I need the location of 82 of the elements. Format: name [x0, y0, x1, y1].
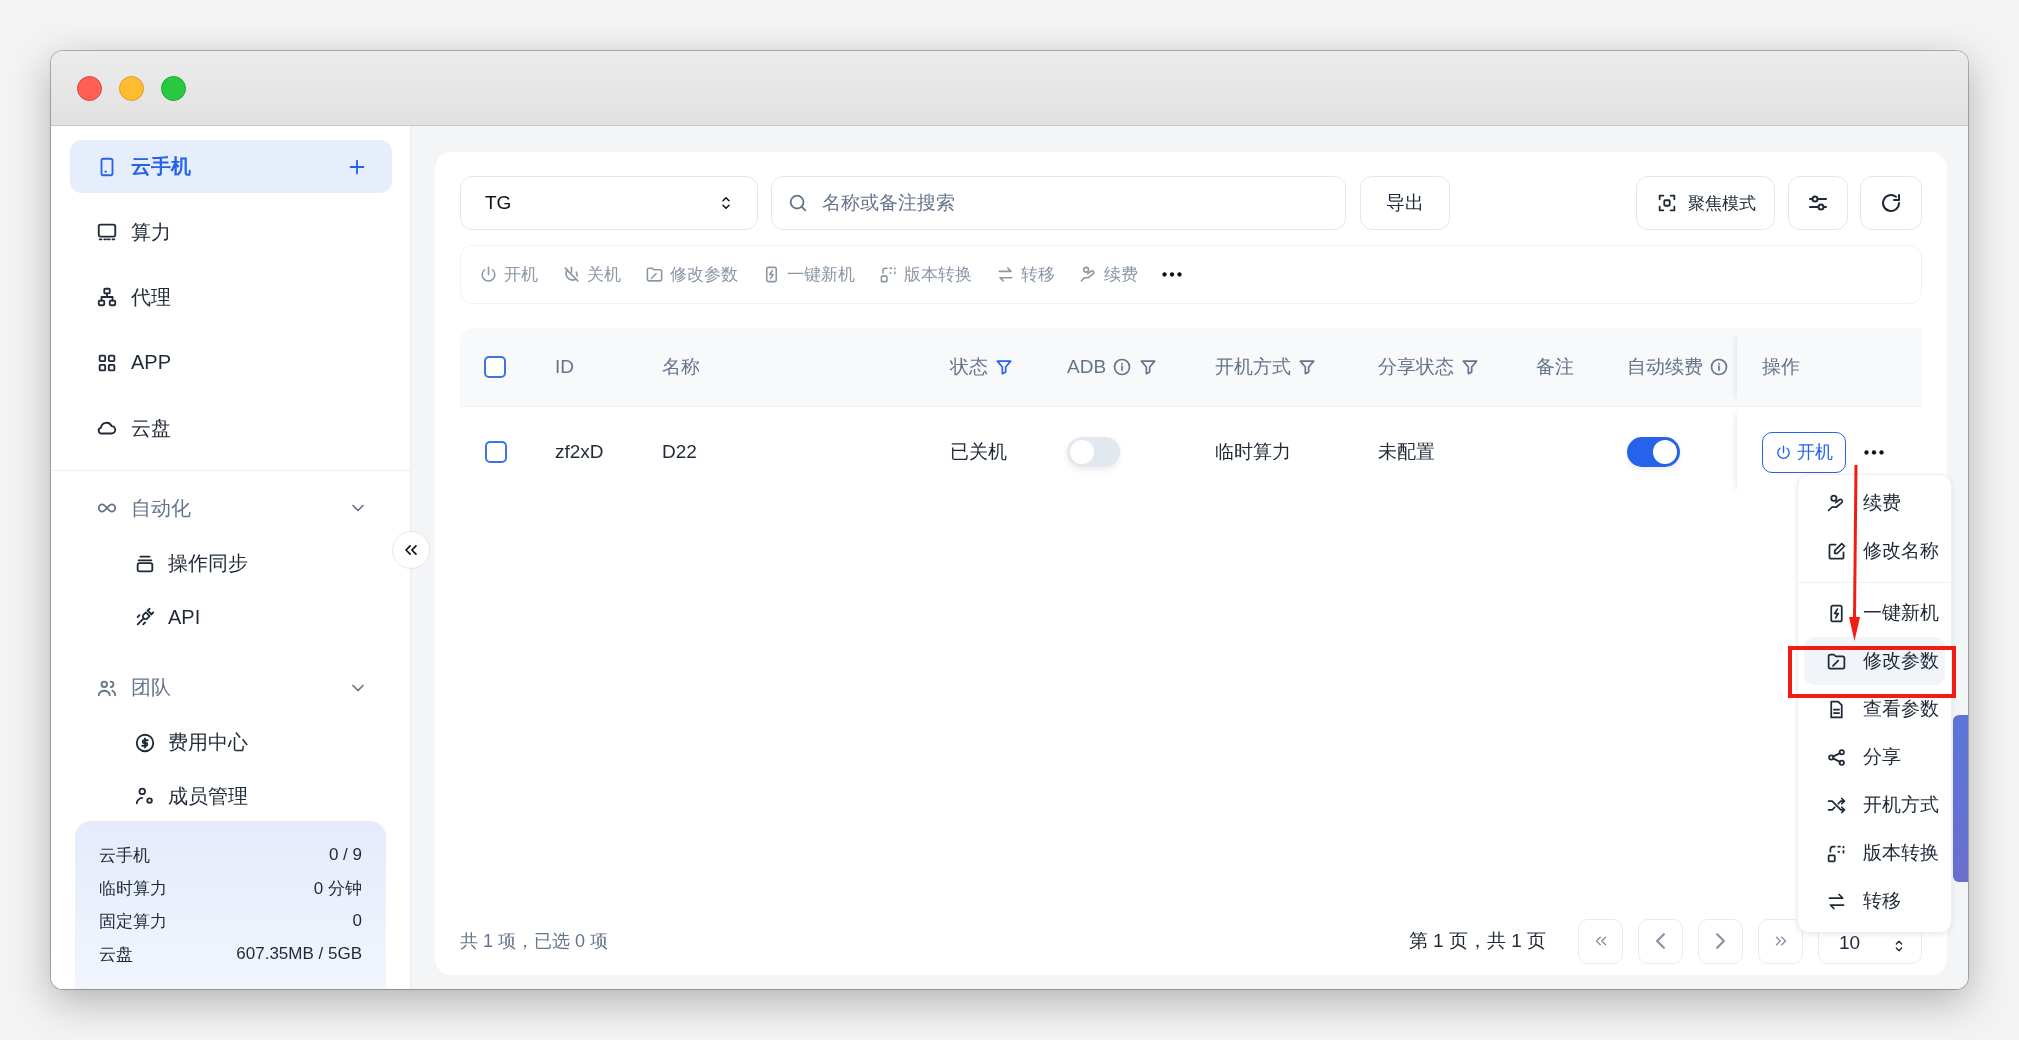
page-info: 第 1 页，共 1 页 — [1408, 929, 1546, 953]
prev-icon — [1656, 933, 1665, 949]
filter-icon — [1460, 357, 1480, 377]
sidebar-item[interactable]: 算力 — [70, 205, 392, 259]
sidebar-item[interactable]: 费用中心 — [70, 718, 392, 768]
export-button[interactable]: 导出 — [1360, 176, 1450, 230]
action-icon — [1079, 265, 1098, 284]
column-header: ADB — [1067, 356, 1107, 378]
quota-value: 0 / 9 — [328, 845, 362, 866]
column-header: 操作 — [1762, 355, 1800, 379]
toggle-switch[interactable] — [1067, 437, 1120, 467]
table-cell-text: 未配置 — [1378, 440, 1435, 464]
sidebar-item[interactable]: 操作同步 — [70, 539, 392, 589]
selection-summary: 共 1 项，已选 0 项 — [460, 930, 610, 953]
power-on-button[interactable]: 开机 — [1762, 431, 1846, 473]
checkbox[interactable] — [485, 441, 507, 463]
column-header: 自动续费 — [1627, 355, 1703, 379]
menu-item[interactable]: 一键新机 — [1804, 589, 1945, 637]
column-header: 开机方式 — [1215, 355, 1291, 379]
power-icon — [1775, 443, 1792, 461]
quota-value: 0 — [352, 911, 362, 932]
search-field[interactable]: 名称或备注搜索 — [771, 176, 1346, 230]
sidebar-group[interactable]: 团队 — [70, 660, 392, 715]
filter-icon — [994, 357, 1014, 377]
minimize-button[interactable] — [119, 75, 144, 101]
quota-value: 0 分钟 — [313, 877, 362, 900]
action-icon — [645, 265, 664, 284]
sidebar-group[interactable]: 自动化 — [70, 481, 392, 536]
refresh-icon — [1879, 191, 1903, 215]
menu-item[interactable]: 修改名称 — [1804, 527, 1945, 575]
column-header: 分享状态 — [1378, 355, 1454, 379]
table-cell: D22 — [662, 441, 697, 463]
filter-icon — [1297, 357, 1317, 377]
info-icon — [1709, 357, 1729, 377]
next-page-button[interactable] — [1698, 918, 1743, 964]
toggle-switch[interactable] — [1627, 437, 1680, 467]
next-icon — [1716, 933, 1725, 949]
sidebar-item[interactable]: 代理 — [70, 270, 392, 325]
table-cell: zf2xD — [555, 441, 604, 463]
quota-label: 云盘 — [99, 943, 133, 966]
sidebar-item[interactable]: 云盘 — [70, 401, 392, 455]
settings-button[interactable] — [1788, 176, 1848, 230]
nav-icon — [96, 221, 118, 243]
action-icon — [479, 265, 498, 284]
nav-icon — [96, 286, 118, 309]
sidebar-item[interactable]: 云手机 — [70, 140, 392, 194]
menu-icon — [1826, 746, 1847, 768]
quota-label: 固定算力 — [99, 910, 167, 933]
action-icon — [562, 265, 581, 284]
nav-icon — [134, 731, 156, 754]
more-icon[interactable] — [1864, 449, 1884, 455]
menu-item[interactable]: 分享 — [1804, 733, 1945, 781]
menu-item[interactable]: 续费 — [1804, 479, 1945, 527]
sidebar-item[interactable]: API — [70, 592, 392, 642]
menu-item[interactable]: 修改参数 — [1804, 637, 1945, 685]
info-icon — [1112, 357, 1133, 377]
action-icon — [879, 265, 898, 284]
menu-icon — [1826, 540, 1847, 562]
menu-item[interactable]: 版本转换 — [1804, 829, 1945, 877]
column-header: 名称 — [662, 355, 700, 379]
more-icon[interactable] — [1162, 272, 1182, 277]
close-button[interactable] — [77, 75, 102, 101]
quota-label: 云手机 — [99, 844, 150, 867]
sidebar-item[interactable]: 成员管理 — [70, 771, 392, 821]
menu-item[interactable]: 开机方式 — [1804, 781, 1945, 829]
focus-mode-button[interactable]: 聚焦模式 — [1636, 176, 1775, 230]
refresh-button[interactable] — [1860, 176, 1922, 230]
table-cell-text: 临时算力 — [1215, 440, 1291, 464]
checkbox[interactable] — [484, 356, 506, 378]
maximize-button[interactable] — [161, 75, 186, 101]
column-header: ID — [555, 356, 574, 378]
action-icon — [996, 265, 1015, 284]
menu-item[interactable]: 查看参数 — [1804, 685, 1945, 733]
search-icon — [787, 192, 809, 214]
quota-value: 607.35MB / 5GB — [236, 944, 362, 965]
sidebar-item[interactable]: APP — [70, 336, 392, 390]
column-header: 状态 — [950, 355, 988, 379]
group-select[interactable]: TG — [460, 176, 758, 230]
column-header: 备注 — [1536, 355, 1574, 379]
quota-label: 临时算力 — [99, 877, 167, 900]
prev-page-button[interactable] — [1638, 918, 1683, 964]
table-cell-text: 已关机 — [950, 440, 1007, 464]
